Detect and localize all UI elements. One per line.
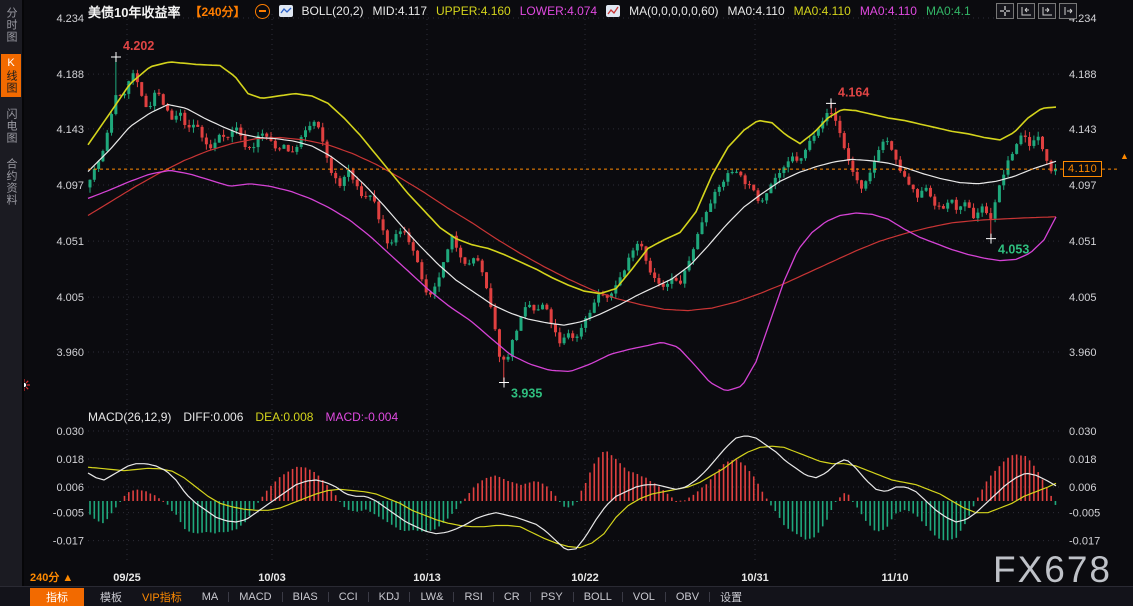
toolbar-item-模板[interactable]: 模板 xyxy=(90,588,132,606)
y-axis-label-left: 4.188 xyxy=(56,69,84,81)
toolbar-item-CR[interactable]: CR xyxy=(494,590,530,604)
y-axis-label-right: 4.188 xyxy=(1069,69,1097,81)
y-axis-label-right: 4.051 xyxy=(1069,236,1097,248)
price-up-arrow-icon: ▲ xyxy=(1120,151,1129,161)
macd-axis-label-right: 0.018 xyxy=(1069,454,1097,466)
macd-axis-label-right: -0.017 xyxy=(1069,536,1100,548)
chart-canvas[interactable] xyxy=(88,10,1062,562)
sidebar-tab-1[interactable]: K线图 xyxy=(1,54,21,97)
toolbar-item-设置[interactable]: 设置 xyxy=(710,588,752,606)
ma-value-3: MA0:4.1 xyxy=(926,4,971,18)
toolbar-item-MACD[interactable]: MACD xyxy=(229,590,281,604)
x-axis-label: 10/31 xyxy=(741,572,769,584)
instrument-title: 美债10年收益率 xyxy=(88,2,180,21)
y-axis-label-left: 4.051 xyxy=(56,236,84,248)
period-menu-icon[interactable] xyxy=(255,4,270,19)
toolbar-item-BOLL[interactable]: BOLL xyxy=(574,590,622,604)
indicator-toolbar: 指标模板VIP指标MAMACDBIASCCIKDJLW&RSICRPSYBOLL… xyxy=(0,586,1133,606)
sidebar-tab-0[interactable]: 分时图 xyxy=(1,4,21,46)
macd-axis-label-left: -0.017 xyxy=(53,536,84,548)
toolbar-item-CCI[interactable]: CCI xyxy=(329,590,368,604)
y-axis-label-right: 4.143 xyxy=(1069,124,1097,136)
chart-header: 美债10年收益率 【240分】 BOLL(20,2) MID:4.117 UPP… xyxy=(88,3,971,19)
sidebar-tab-3[interactable]: 合约资料 xyxy=(1,155,21,209)
x-axis-label: 10/03 xyxy=(258,572,286,584)
macd-axis-label-right: 0.006 xyxy=(1069,482,1097,494)
y-axis-label-left: 4.005 xyxy=(56,292,84,304)
macd-label: MACD(26,12,9) xyxy=(88,410,171,424)
timeframe-selector[interactable]: 240分 ▲ xyxy=(30,569,73,585)
x-axis-label: 09/25 xyxy=(113,572,141,584)
x-axis-label: 10/13 xyxy=(413,572,441,584)
y-axis-label-left: 3.960 xyxy=(56,347,84,359)
macd-hist-value: MACD:-0.004 xyxy=(325,410,398,424)
chart-plot: 4.2344.2344.1884.1884.1434.1434.0974.097… xyxy=(0,0,1133,606)
x-axis-label: 11/10 xyxy=(882,572,909,584)
macd-axis-label-left: 0.006 xyxy=(56,482,84,494)
y-axis-label-left: 4.143 xyxy=(56,124,84,136)
toolbar-item-VOL[interactable]: VOL xyxy=(623,590,665,604)
y-axis-label-right: 3.960 xyxy=(1069,347,1097,359)
boll-indicator-icon[interactable] xyxy=(279,5,293,17)
toolbar-item-RSI[interactable]: RSI xyxy=(454,590,492,604)
toolbar-item-指标[interactable]: 指标 xyxy=(30,588,84,606)
toolbar-item-MA[interactable]: MA xyxy=(192,590,229,604)
ma-value-2: MA0:4.110 xyxy=(860,4,917,18)
boll-mid-value: MID:4.117 xyxy=(373,4,427,18)
left-sidebar: 分时图 K线图闪电图合约资料 xyxy=(0,0,24,606)
chart-toolbar-icons xyxy=(996,3,1077,19)
macd-diff-value: DIFF:0.006 xyxy=(183,410,243,424)
toolbar-item-LW&[interactable]: LW& xyxy=(410,590,453,604)
pan-right-icon[interactable] xyxy=(1059,3,1077,19)
compress-left-icon[interactable] xyxy=(1017,3,1035,19)
toolbar-item-BIAS[interactable]: BIAS xyxy=(283,590,328,604)
current-price-label: 4.110 xyxy=(1063,161,1102,177)
period-label[interactable]: 【240分】 xyxy=(189,3,245,20)
macd-header: MACD(26,12,9) DIFF:0.006 DEA:0.008 MACD:… xyxy=(88,410,398,424)
boll-lower-value: LOWER:4.074 xyxy=(520,4,597,18)
ma-value-1: MA0:4.110 xyxy=(794,4,851,18)
toolbar-item-VIP指标[interactable]: VIP指标 xyxy=(132,588,192,606)
macd-axis-label-right: 0.030 xyxy=(1069,426,1097,438)
boll-upper-value: UPPER:4.160 xyxy=(436,4,511,18)
y-axis-label-right: 4.005 xyxy=(1069,292,1097,304)
ma-indicator-icon[interactable] xyxy=(606,5,620,17)
macd-axis-label-right: -0.005 xyxy=(1069,508,1100,520)
macd-axis-label-left: -0.005 xyxy=(53,508,84,520)
trading-terminal: 4.2344.2344.1884.1884.1434.1434.0974.097… xyxy=(0,0,1133,606)
toolbar-item-PSY[interactable]: PSY xyxy=(531,590,573,604)
macd-dea-value: DEA:0.008 xyxy=(255,410,313,424)
toolbar-item-KDJ[interactable]: KDJ xyxy=(369,590,410,604)
y-axis-label-right: 4.097 xyxy=(1069,180,1097,192)
boll-label: BOLL(20,2) xyxy=(302,4,364,18)
ma-label: MA(0,0,0,0,0,60) xyxy=(629,4,718,18)
brand-watermark: FX678 xyxy=(993,549,1112,591)
compress-right-icon[interactable] xyxy=(1038,3,1056,19)
ma-value-0: MA0:4.110 xyxy=(728,4,785,18)
macd-axis-label-left: 0.018 xyxy=(56,454,84,466)
y-axis-label-left: 4.097 xyxy=(56,180,84,192)
macd-axis-label-left: 0.030 xyxy=(56,426,84,438)
crosshair-icon[interactable] xyxy=(996,3,1014,19)
sidebar-tab-2[interactable]: 闪电图 xyxy=(1,105,21,147)
y-axis-label-left: 4.234 xyxy=(56,13,84,25)
ma-values: MA0:4.110 MA0:4.110 MA0:4.110 MA0:4.1 xyxy=(728,4,971,18)
toolbar-item-OBV[interactable]: OBV xyxy=(666,590,709,604)
x-axis-label: 10/22 xyxy=(571,572,599,584)
